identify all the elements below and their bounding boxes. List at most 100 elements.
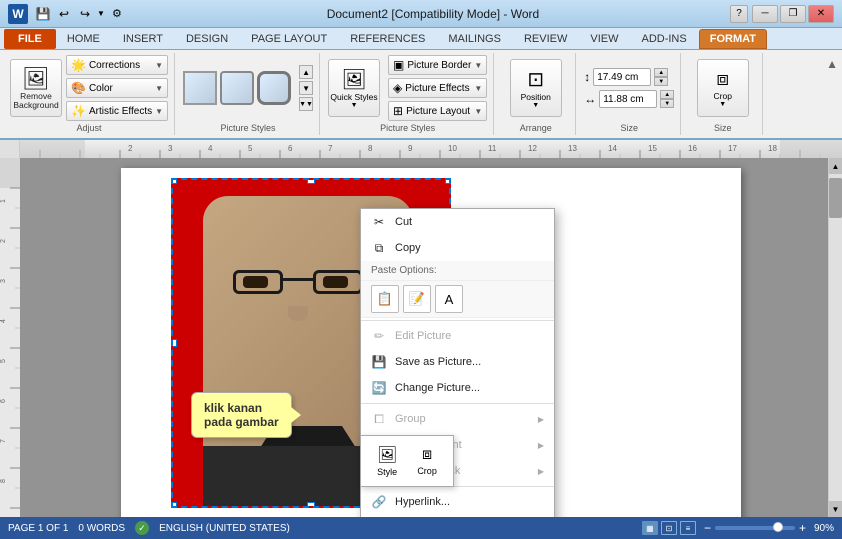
zoom-slider-thumb[interactable] xyxy=(773,522,783,532)
svg-text:4: 4 xyxy=(0,319,7,323)
width-icon: ↔ xyxy=(584,92,596,106)
customize-qat-btn[interactable]: ▼ xyxy=(97,9,105,18)
svg-text:7: 7 xyxy=(328,144,333,153)
separator-2 xyxy=(361,403,554,404)
color-button[interactable]: 🎨 Color ▼ xyxy=(66,78,168,98)
width-input[interactable] xyxy=(599,90,657,108)
paste-option-1[interactable]: 📋 xyxy=(371,285,399,313)
remove-background-button[interactable]: 🖼 Remove Background xyxy=(10,59,62,117)
close-button[interactable]: ✕ xyxy=(808,5,834,23)
ctx-cut[interactable]: ✂ Cut xyxy=(361,209,554,235)
style-more-btn[interactable]: ▼▼ xyxy=(299,97,313,111)
corrections-button[interactable]: 🌟 Corrections ▼ xyxy=(66,55,168,75)
scroll-down-btn[interactable]: ▼ xyxy=(829,501,842,517)
picture-border-btn[interactable]: ▣ Picture Border ▼ xyxy=(388,55,487,75)
handle-tm[interactable] xyxy=(307,178,315,184)
tab-file[interactable]: FILE xyxy=(4,29,56,49)
paste-option-3[interactable]: A xyxy=(435,285,463,313)
ctx-save-as-picture[interactable]: 💾 Save as Picture... xyxy=(361,349,554,375)
tab-view[interactable]: VIEW xyxy=(579,29,629,49)
zoom-slider[interactable] xyxy=(715,526,795,530)
tab-page-layout[interactable]: PAGE LAYOUT xyxy=(240,29,338,49)
status-right: ▦ ⊡ ≡ − + 90% xyxy=(642,521,834,535)
watermark: tut rial xyxy=(141,516,292,517)
paste-option-2[interactable]: 📝 xyxy=(403,285,431,313)
tab-addins[interactable]: ADD-INS xyxy=(630,29,697,49)
position-button[interactable]: ⊡ Position ▼ xyxy=(510,59,562,117)
save-qat-btn[interactable]: 💾 xyxy=(34,5,52,23)
word-count: 0 WORDS xyxy=(78,523,125,534)
width-row: ↔ ▲ ▼ xyxy=(584,90,674,108)
ruler-corner xyxy=(0,140,20,158)
style-nav: ▲ ▼ ▼▼ xyxy=(299,65,313,111)
ctx-edit-picture[interactable]: ✏ Edit Picture xyxy=(361,323,554,349)
vruler-svg: 1 2 3 4 5 6 7 8 xyxy=(0,158,20,517)
svg-text:11: 11 xyxy=(488,144,497,153)
main-area: 1 2 3 4 5 6 7 8 xyxy=(0,158,842,517)
minimize-button[interactable]: ─ xyxy=(752,5,778,23)
layout-icon: ⊞ xyxy=(393,104,403,118)
width-up-btn[interactable]: ▲ xyxy=(660,90,674,99)
redo-btn[interactable]: ↪ xyxy=(76,5,94,23)
handle-ml[interactable] xyxy=(171,339,177,347)
more-btn[interactable]: ⚙ xyxy=(108,5,126,23)
group-icon: ⧠ xyxy=(371,411,387,427)
ruler-area: 2 3 4 5 6 7 8 9 10 11 12 13 14 15 16 17 … xyxy=(0,140,842,158)
height-input[interactable] xyxy=(593,68,651,86)
scroll-up-btn[interactable]: ▲ xyxy=(829,158,842,174)
style-up-btn[interactable]: ▲ xyxy=(299,65,313,79)
mini-style-btn[interactable]: 🖼 Style xyxy=(369,441,405,481)
scroll-thumb[interactable] xyxy=(829,178,842,218)
handle-tr[interactable] xyxy=(445,178,451,184)
crop-button[interactable]: ⧈ Crop ▼ xyxy=(697,59,749,117)
width-down-btn[interactable]: ▼ xyxy=(660,99,674,108)
ctx-copy[interactable]: ⧉ Copy xyxy=(361,235,554,261)
artistic-effects-button[interactable]: ✨ Artistic Effects ▼ xyxy=(66,101,168,121)
ctx-insert-caption[interactable]: 💬 Insert Caption... xyxy=(361,515,554,517)
tab-home[interactable]: HOME xyxy=(56,29,111,49)
help-button[interactable]: ? xyxy=(730,5,748,23)
mini-crop-btn[interactable]: ⧈ Crop xyxy=(409,441,445,481)
undo-btn[interactable]: ↩ xyxy=(55,5,73,23)
language-info: ENGLISH (UNITED STATES) xyxy=(159,523,290,534)
collapse-ribbon-btn[interactable]: ▲ xyxy=(826,53,838,135)
tab-review[interactable]: REVIEW xyxy=(513,29,578,49)
hyperlink-icon: 🔗 xyxy=(371,494,387,510)
quick-styles-button[interactable]: 🖼 Quick Styles ▼ xyxy=(328,59,380,117)
tab-insert[interactable]: INSERT xyxy=(112,29,174,49)
window-title: Document2 [Compatibility Mode] - Word xyxy=(136,7,730,21)
handle-tl[interactable] xyxy=(171,178,177,184)
zoom-out-btn[interactable]: − xyxy=(704,521,711,535)
view-buttons: ▦ ⊡ ≡ xyxy=(642,521,696,535)
handle-bm[interactable] xyxy=(307,502,315,508)
ctx-change-picture[interactable]: 🔄 Change Picture... xyxy=(361,375,554,401)
style-down-btn[interactable]: ▼ xyxy=(299,81,313,95)
picture-effects-btn[interactable]: ◈ Picture Effects ▼ xyxy=(388,78,487,98)
tab-references[interactable]: REFERENCES xyxy=(339,29,436,49)
ctx-group[interactable]: ⧠ Group ▶ xyxy=(361,406,554,432)
height-down-btn[interactable]: ▼ xyxy=(654,77,668,86)
tab-design[interactable]: DESIGN xyxy=(175,29,239,49)
style-thumb-1[interactable] xyxy=(183,71,217,105)
handle-bl[interactable] xyxy=(171,502,177,508)
web-layout-btn[interactable]: ≡ xyxy=(680,521,696,535)
full-reading-btn[interactable]: ⊡ xyxy=(661,521,677,535)
print-layout-btn[interactable]: ▦ xyxy=(642,521,658,535)
ctx-hyperlink[interactable]: 🔗 Hyperlink... xyxy=(361,489,554,515)
tab-mailings[interactable]: MAILINGS xyxy=(437,29,512,49)
height-up-btn[interactable]: ▲ xyxy=(654,68,668,77)
tab-format[interactable]: FORMAT xyxy=(699,29,767,49)
picture-layout-btn[interactable]: ⊞ Picture Layout ▼ xyxy=(388,101,487,121)
style-thumb-3[interactable] xyxy=(257,71,291,105)
zoom-level: 90% xyxy=(814,523,834,534)
window-controls: ─ ❐ ✕ xyxy=(752,5,834,23)
ruler-svg: 2 3 4 5 6 7 8 9 10 11 12 13 14 15 16 17 … xyxy=(20,140,842,158)
svg-text:1: 1 xyxy=(0,199,7,203)
restore-button[interactable]: ❐ xyxy=(780,5,806,23)
zoom-in-btn[interactable]: + xyxy=(799,521,806,535)
svg-text:2: 2 xyxy=(128,144,133,153)
callout-bubble: klik kanan pada gambar xyxy=(191,392,292,438)
svg-text:5: 5 xyxy=(0,359,7,363)
style-thumb-2[interactable] xyxy=(220,71,254,105)
vertical-scrollbar[interactable]: ▲ ▼ xyxy=(828,158,842,517)
